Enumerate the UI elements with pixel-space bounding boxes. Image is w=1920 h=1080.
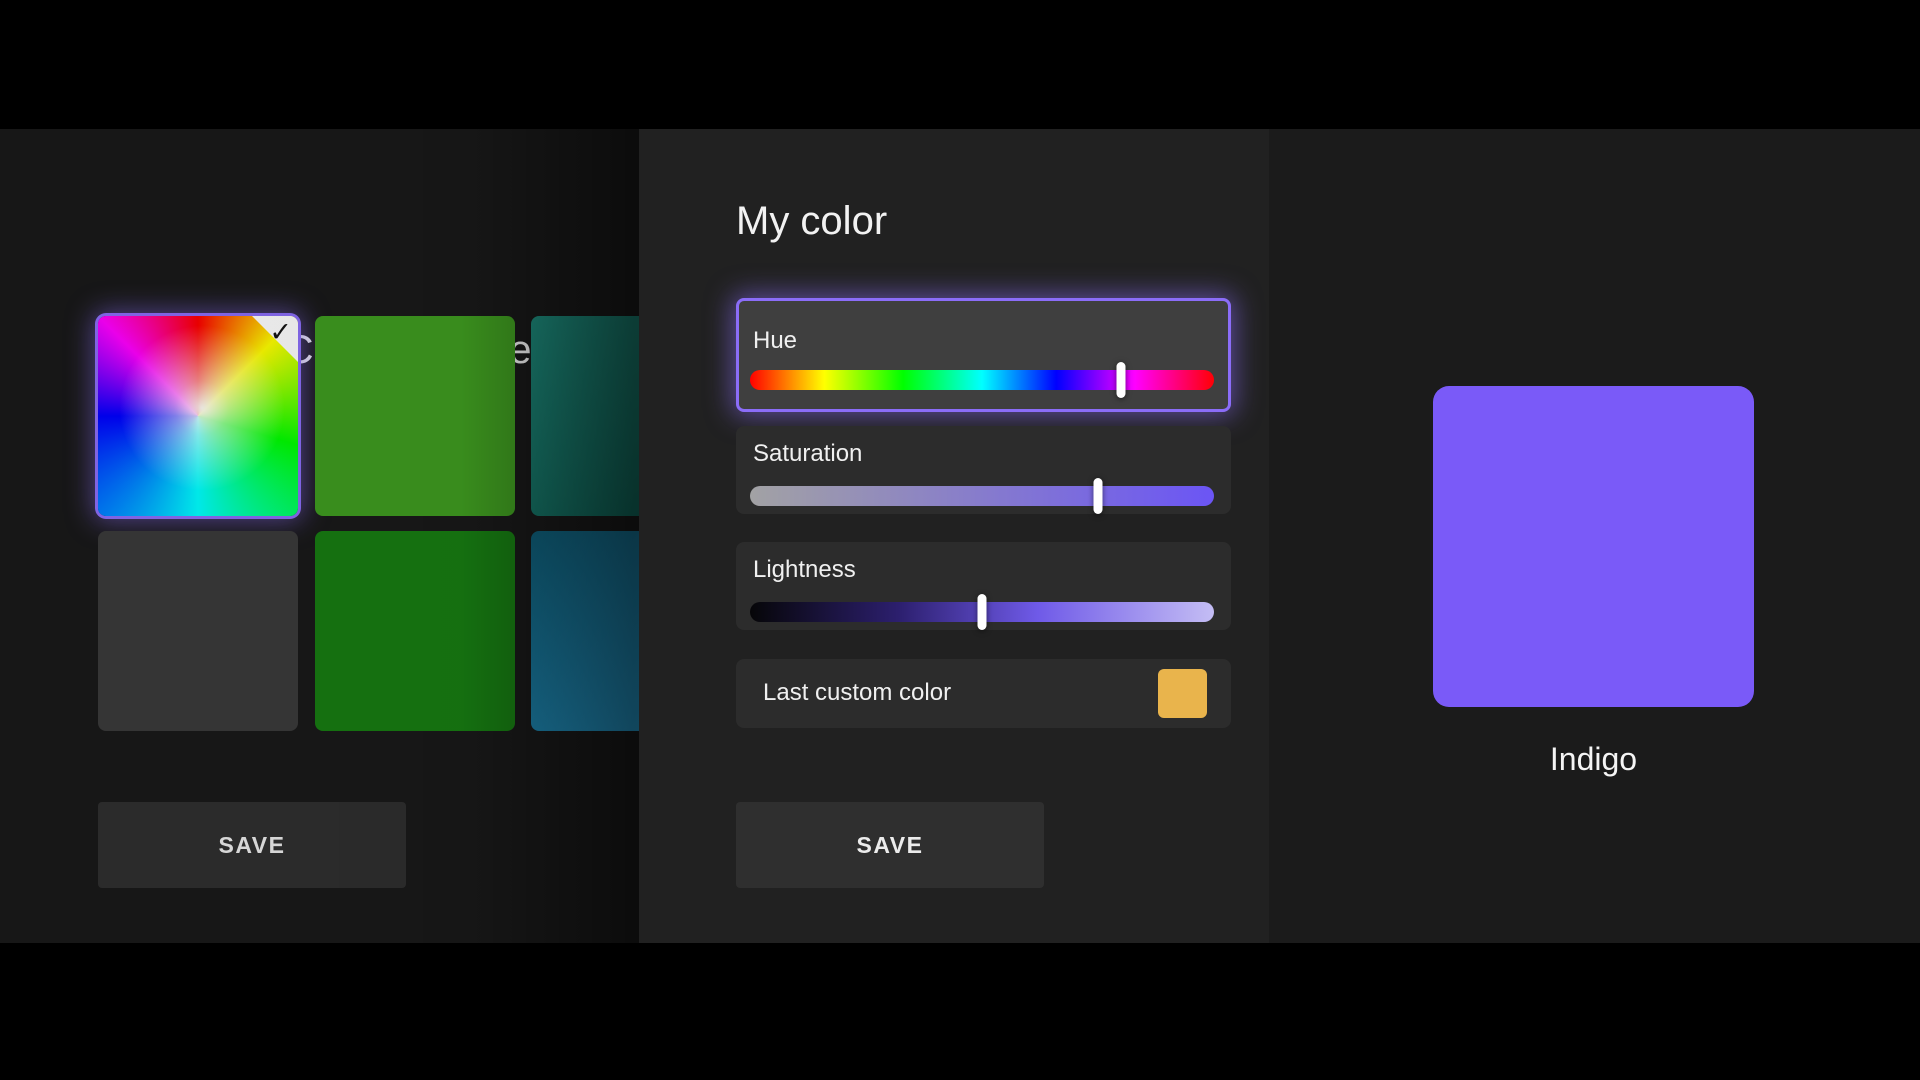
left-save-button[interactable]: SAVE xyxy=(98,802,406,888)
swatch-dark-gray[interactable] xyxy=(98,531,298,731)
saturation-slider-card[interactable]: Saturation xyxy=(736,426,1231,514)
saturation-slider-track[interactable] xyxy=(750,478,1214,514)
last-custom-color-label: Last custom color xyxy=(763,679,952,706)
my-color-panel: My color Hue Saturation Lightness Last c… xyxy=(639,129,1920,943)
hue-slider-card[interactable]: Hue xyxy=(736,298,1231,412)
color-preview-swatch xyxy=(1433,386,1754,707)
panel-title: My color xyxy=(736,199,888,243)
swatch-green[interactable] xyxy=(315,316,515,516)
hue-slider-track[interactable] xyxy=(750,362,1214,398)
checkmark-icon: ✓ xyxy=(269,317,292,347)
lightness-label: Lightness xyxy=(753,556,856,583)
last-custom-color-row[interactable]: Last custom color xyxy=(736,659,1231,728)
saturation-slider-thumb[interactable] xyxy=(1093,478,1103,514)
hue-label: Hue xyxy=(753,327,798,354)
hue-slider-thumb[interactable] xyxy=(1116,362,1126,398)
screen: My color - Custom: Laver ✓ SAVE My color… xyxy=(0,0,1920,1080)
swatch-dark-green[interactable] xyxy=(315,531,515,731)
preview-color-name: Indigo xyxy=(1549,741,1638,777)
swatch-custom-color[interactable]: ✓ xyxy=(98,316,298,516)
lightness-slider-card[interactable]: Lightness xyxy=(736,542,1231,630)
saturation-label: Saturation xyxy=(753,440,863,467)
lightness-slider-thumb[interactable] xyxy=(977,594,987,630)
save-button[interactable]: SAVE xyxy=(736,802,1044,888)
lightness-slider-track[interactable] xyxy=(750,594,1214,630)
last-custom-color-swatch[interactable] xyxy=(1158,669,1207,718)
